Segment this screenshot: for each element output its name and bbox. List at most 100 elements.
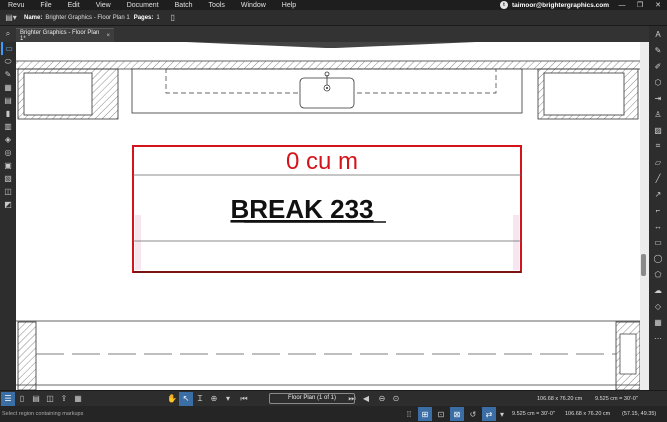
sync-menu-icon[interactable]: ▾	[495, 407, 509, 421]
tab-row: ⌕ Brighter Graphics - Floor Plan 1* ×	[0, 26, 667, 42]
tab-floor-plan[interactable]: Brighter Graphics - Floor Plan 1* ×	[16, 28, 114, 42]
menu-tools[interactable]: Tools	[201, 2, 233, 9]
pen-tool-icon[interactable]: ✎	[651, 42, 665, 58]
name-label: Name:	[24, 14, 43, 21]
select-tool-icon[interactable]: ↖	[179, 391, 193, 406]
avatar: t	[500, 1, 508, 9]
more-tools-icon[interactable]: ⋯	[651, 330, 665, 346]
export-icon[interactable]: ⇪	[57, 392, 71, 406]
snap-to-markup-icon[interactable]: ⊠	[450, 407, 464, 421]
search-icon[interactable]: ⌕	[0, 26, 16, 42]
thumbnails-icon[interactable]: ▭	[1, 42, 15, 55]
list-view-icon[interactable]: ☰	[1, 391, 15, 406]
split-horizontal-icon[interactable]: ▤	[29, 392, 43, 406]
user-account[interactable]: t taimoor@brightergraphics.com	[500, 0, 609, 10]
links-icon[interactable]: ◫	[1, 185, 15, 198]
nav-page-size: 106.68 x 76.20 cm	[537, 396, 583, 402]
room-name-label: BREAK 233	[230, 194, 373, 224]
polygon-icon[interactable]: ⬠	[651, 266, 665, 282]
menu-view[interactable]: View	[88, 2, 119, 9]
bottom-left-column	[17, 321, 37, 390]
arrow-icon[interactable]: ↗	[651, 186, 665, 202]
menu-revu[interactable]: Revu	[0, 2, 32, 9]
navigation-bar: ☰ ▯ ▤ ◫ ⇪ ▦ ✋ ↖ Ɪ ⊕ ▾ ⏮ Floor Plan (1 of…	[0, 390, 667, 406]
single-page-icon[interactable]: ▯	[15, 392, 29, 406]
tab-title: Brighter Graphics - Floor Plan 1*	[20, 29, 100, 42]
polyline-icon[interactable]: ⌐	[651, 202, 665, 218]
scrollbar-thumb[interactable]	[641, 254, 646, 276]
left-panel-toolbar: ▭ ⬭ ✎ ▦ ▤ ▮ ▥ ◈ ◎ ▣ ▧ ◫ ◩	[0, 42, 16, 390]
pages-label: Pages:	[133, 14, 154, 21]
tab-close-icon[interactable]: ×	[106, 33, 110, 39]
rectangle-icon[interactable]: ▭	[651, 234, 665, 250]
dimension-icon[interactable]: ↔	[651, 218, 665, 234]
vertical-scrollbar[interactable]	[640, 42, 649, 390]
text-select-icon[interactable]: Ɪ	[193, 392, 207, 406]
menu-batch[interactable]: Batch	[167, 2, 201, 9]
zoom-icon[interactable]: ⊕	[207, 392, 221, 406]
split-vertical-icon[interactable]: ◫	[43, 392, 57, 406]
menu-file[interactable]: File	[32, 2, 59, 9]
reuse-icon[interactable]: ↺	[466, 407, 480, 421]
close-window-icon[interactable]: ✕	[653, 0, 663, 10]
status-bar: Select region containing markups ⁞⁞ ⊞ ⊡ …	[0, 406, 667, 422]
first-page-icon[interactable]: ⏮	[237, 392, 251, 406]
tool-chest-icon[interactable]: ▦	[1, 81, 15, 94]
menu-help[interactable]: Help	[274, 2, 304, 9]
stamp-icon[interactable]: ♙	[651, 106, 665, 122]
user-email: taimoor@brightergraphics.com	[512, 1, 609, 9]
status-coords: (57.15, 49.35)	[622, 411, 657, 417]
document-menu-icon[interactable]: ▤▾	[4, 11, 18, 25]
snap-to-content-icon[interactable]: ⊡	[434, 407, 448, 421]
menu-window[interactable]: Window	[233, 2, 274, 9]
pan-tool-icon[interactable]: ✋	[165, 392, 179, 406]
snapshot-icon[interactable]: ⌗	[651, 138, 665, 154]
nav-scale: 9.525 cm = 30'-0"	[595, 396, 638, 402]
zoom-menu-icon[interactable]: ▾	[221, 392, 235, 406]
volume-label: 0 cu m	[286, 148, 358, 175]
document-bar: ▤▾ Name: Brighter Graphics - Floor Plan …	[0, 10, 667, 26]
sets-icon[interactable]: ◩	[1, 198, 15, 211]
sync-icon[interactable]: ⇄	[482, 407, 496, 421]
grid-view-icon[interactable]: ▦	[71, 392, 85, 406]
sketch-icon[interactable]: ◇	[651, 298, 665, 314]
measure-area-icon[interactable]: ▦	[651, 314, 665, 330]
file-access-icon[interactable]: ▧	[1, 172, 15, 185]
signatures-icon[interactable]: ▣	[1, 159, 15, 172]
bookmarks-icon[interactable]: ▮	[1, 107, 15, 120]
menu-document[interactable]: Document	[119, 2, 167, 9]
previous-view-icon[interactable]: ⊖	[375, 392, 389, 406]
measure-icon[interactable]: ✎	[1, 68, 15, 81]
status-message: Select region containing markups	[2, 411, 84, 417]
grid-icon[interactable]: ⁞⁞	[402, 407, 416, 421]
eraser-icon[interactable]: ⬡	[651, 74, 665, 90]
ruler-icon[interactable]: ▱	[651, 154, 665, 170]
image-icon[interactable]: ▨	[651, 122, 665, 138]
ellipse-icon[interactable]: ◯	[651, 250, 665, 266]
markups-icon[interactable]: ⬭	[1, 55, 15, 68]
layers-icon[interactable]: ◈	[1, 133, 15, 146]
properties-icon[interactable]: ▤	[1, 94, 15, 107]
page-icon[interactable]: ▯	[166, 11, 180, 25]
spaces-icon[interactable]: ▥	[1, 120, 15, 133]
cloud-icon[interactable]: ☁	[651, 282, 665, 298]
restore-icon[interactable]: ❐	[635, 0, 645, 10]
minimize-icon[interactable]: —	[617, 0, 627, 10]
status-page-size: 106.68 x 76.20 cm	[565, 411, 611, 417]
menu-bar: Revu File Edit View Document Batch Tools…	[0, 0, 667, 10]
highlighter-icon[interactable]: ✐	[651, 58, 665, 74]
floor-plan-drawing: 0 cu m BREAK 233	[16, 42, 640, 390]
callout-icon[interactable]: ⇥	[651, 90, 665, 106]
next-view-icon[interactable]: ⊙	[389, 392, 403, 406]
right-toolbar: A ✎ ✐ ⬡ ⇥ ♙ ▨ ⌗ ▱ ╱ ↗ ⌐ ↔ ▭ ◯ ⬠ ☁ ◇ ▦ ⋯	[649, 26, 667, 390]
text-tool-icon[interactable]: A	[651, 26, 665, 42]
document-name: Brighter Graphics - Floor Plan 1	[45, 14, 130, 21]
status-scale: 9.525 cm = 30'-0"	[512, 411, 555, 417]
studio-icon[interactable]: ◎	[1, 146, 15, 159]
menu-edit[interactable]: Edit	[60, 2, 88, 9]
line-icon[interactable]: ╱	[651, 170, 665, 186]
back-icon[interactable]: ◀	[359, 392, 373, 406]
snap-to-grid-icon[interactable]: ⊞	[418, 407, 432, 421]
page-indicator[interactable]: Floor Plan (1 of 1)	[269, 393, 355, 404]
drawing-canvas[interactable]: 0 cu m BREAK 233	[16, 42, 640, 390]
